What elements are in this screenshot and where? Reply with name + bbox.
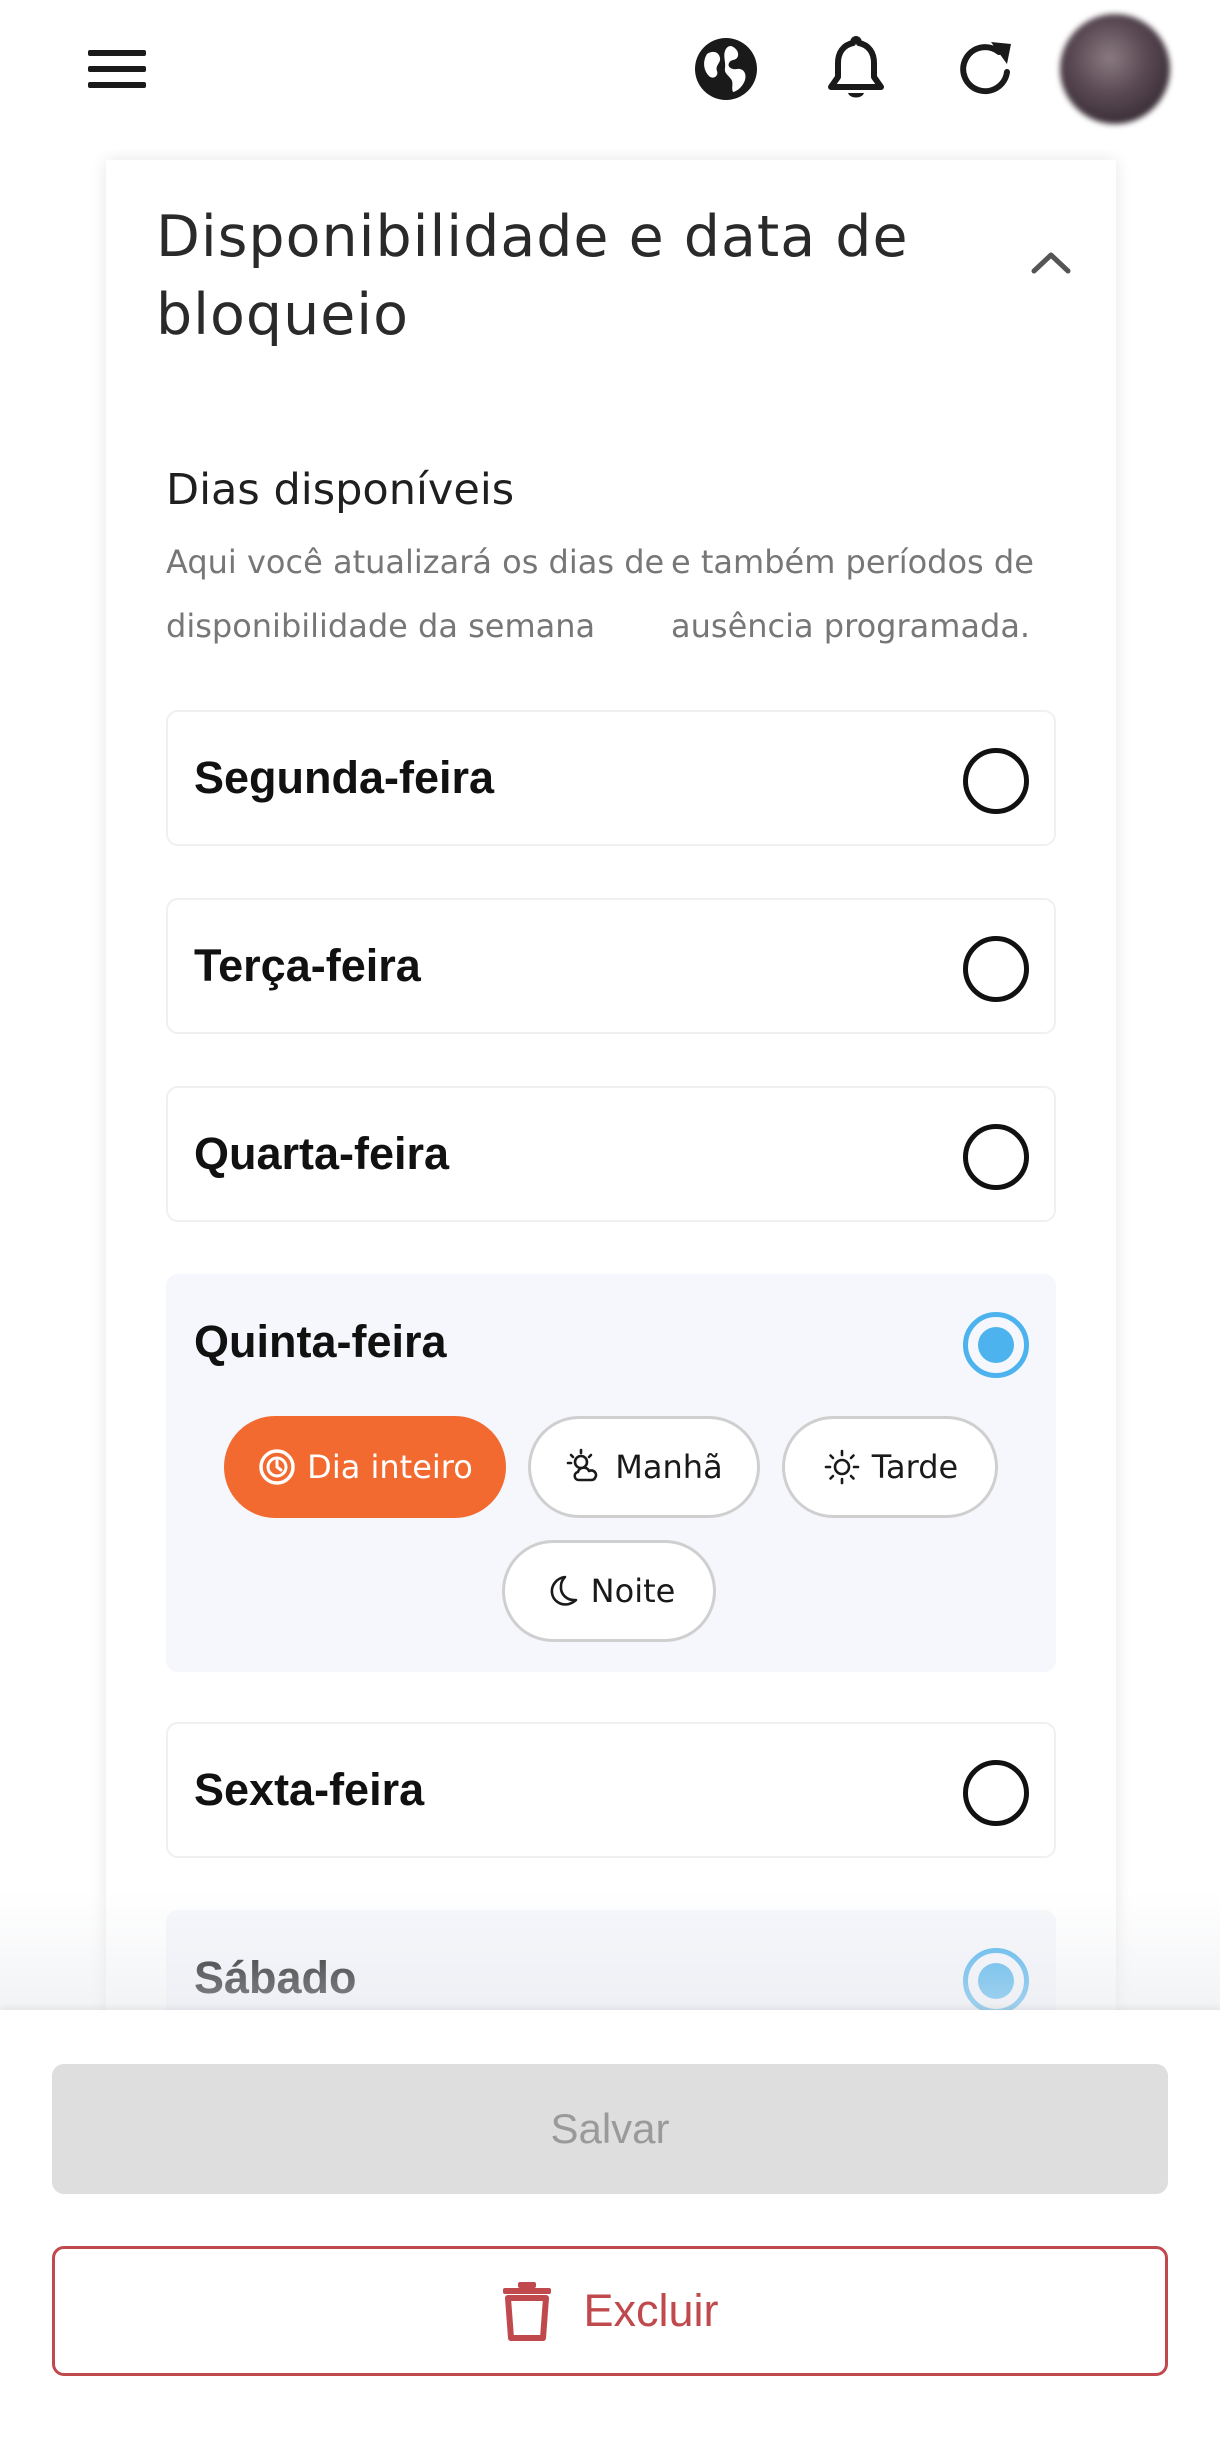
day-option-tuesday[interactable]: Terça-feira [166, 898, 1056, 1034]
globe-icon[interactable] [686, 34, 766, 104]
delete-button[interactable]: Excluir [52, 2246, 1168, 2376]
day-label: Segunda-feira [194, 752, 495, 803]
period-chip-full-day[interactable]: Dia inteiro [224, 1416, 506, 1518]
day-label: Quinta-feira [194, 1316, 447, 1367]
trash-icon [503, 2282, 552, 2341]
app-screen: Disponibilidade e data de bloqueio Dias … [0, 0, 1220, 2450]
radio-button-selected[interactable] [963, 1312, 1029, 1378]
save-button[interactable]: Salvar [52, 2064, 1168, 2194]
period-chip-night[interactable]: Noite [502, 1540, 716, 1642]
period-label: Noite [590, 1572, 676, 1610]
sun-cloud-icon [566, 1448, 598, 1482]
day-label: Sábado [194, 1952, 357, 2003]
bell-icon[interactable] [816, 32, 896, 106]
period-label: Manhã [615, 1448, 723, 1486]
day-label: Quarta-feira [194, 1128, 450, 1179]
action-bar: Salvar Excluir [0, 2010, 1220, 2450]
top-bar [0, 0, 1220, 150]
radio-button-selected[interactable] [963, 1948, 1029, 2014]
description-left: Aqui você atualizará os dias de disponib… [166, 543, 665, 645]
day-option-wednesday[interactable]: Quarta-feira [166, 1086, 1056, 1222]
availability-card: Disponibilidade e data de bloqueio Dias … [106, 160, 1116, 2046]
period-label: Dia inteiro [307, 1448, 473, 1486]
chevron-up-icon[interactable] [1016, 232, 1086, 292]
period-chip-afternoon[interactable]: Tarde [782, 1416, 998, 1518]
avatar[interactable] [1060, 14, 1170, 124]
radio-button[interactable] [963, 1760, 1029, 1826]
moon-icon [550, 1575, 577, 1606]
day-label: Terça-feira [194, 940, 421, 991]
clock-icon [259, 1449, 295, 1485]
card-title: Disponibilidade e data de bloqueio [156, 204, 909, 348]
description-right: e também períodos de ausência programada… [671, 543, 1034, 645]
day-option-friday[interactable]: Sexta-feira [166, 1722, 1056, 1858]
refresh-icon[interactable] [946, 34, 1026, 104]
radio-button[interactable] [963, 748, 1029, 814]
menu-icon[interactable] [78, 34, 156, 104]
period-chip-morning[interactable]: Manhã [528, 1416, 760, 1518]
sun-icon [824, 1449, 860, 1485]
day-label: Sexta-feira [194, 1764, 425, 1815]
delete-label: Excluir [583, 2285, 719, 2336]
day-option-monday[interactable]: Segunda-feira [166, 710, 1056, 846]
period-label: Tarde [871, 1448, 959, 1486]
day-option-thursday[interactable]: Quinta-feira Dia inteiro Manhã Tarde Noi… [166, 1274, 1056, 1672]
radio-button[interactable] [963, 936, 1029, 1002]
section-title: Dias disponíveis [166, 465, 515, 515]
radio-button[interactable] [963, 1124, 1029, 1190]
